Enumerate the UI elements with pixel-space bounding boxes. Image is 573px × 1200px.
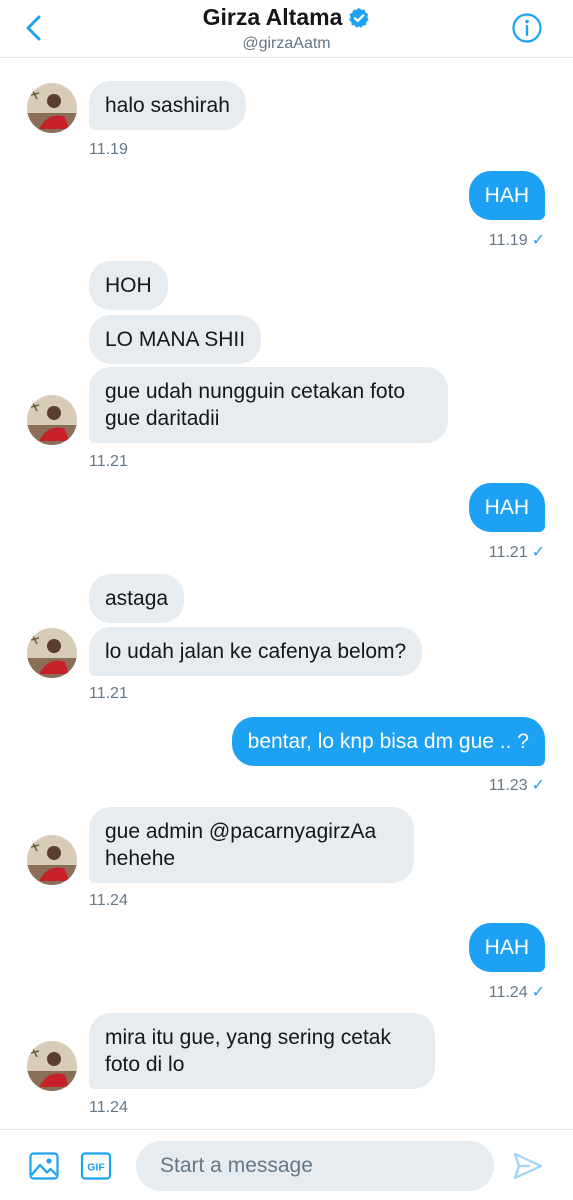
gif-button[interactable]: GIF xyxy=(80,1150,112,1182)
contact-avatar-image xyxy=(27,835,77,885)
read-check-icon: ✓ xyxy=(531,544,545,561)
conversation-title-block[interactable]: Girza Altama @girzaAatm xyxy=(0,4,573,53)
contact-name: Girza Altama xyxy=(202,4,343,30)
contact-handle: @girzaAatm xyxy=(242,35,331,52)
info-icon xyxy=(512,13,542,43)
add-media-button[interactable] xyxy=(28,1150,60,1182)
send-icon xyxy=(513,1152,543,1180)
message-timestamp: 11.24 xyxy=(89,892,128,909)
contact-avatar-image xyxy=(27,83,77,133)
incoming-message-bubble[interactable]: astaga xyxy=(89,574,185,623)
gif-label: GIF xyxy=(87,1162,105,1174)
image-icon xyxy=(29,1152,59,1180)
info-button[interactable] xyxy=(511,12,543,44)
verified-badge-icon xyxy=(349,7,369,28)
incoming-message-bubble[interactable]: gue udah nungguin cetakan foto gue darit… xyxy=(89,367,448,443)
read-check-icon: ✓ xyxy=(531,232,545,249)
avatar[interactable] xyxy=(27,835,77,885)
contact-avatar-image xyxy=(27,628,77,678)
avatar[interactable] xyxy=(27,83,77,133)
message-timestamp: 11.19 ✓ xyxy=(488,232,545,249)
message-timestamp: 11.24 xyxy=(89,1099,128,1116)
avatar[interactable] xyxy=(27,395,77,445)
message-timestamp: 11.21 xyxy=(89,453,128,470)
incoming-message-bubble[interactable]: halo sashirah xyxy=(89,81,246,130)
contact-avatar-image xyxy=(27,1041,77,1091)
read-check-icon: ✓ xyxy=(531,777,545,794)
incoming-message-bubble[interactable]: HOH xyxy=(89,261,168,310)
message-timestamp: 11.21 xyxy=(89,685,128,702)
message-timestamp: 11.21 ✓ xyxy=(488,544,545,561)
outgoing-message-bubble[interactable]: HAH xyxy=(468,923,545,972)
gif-icon: GIF xyxy=(80,1152,112,1180)
message-composer: GIF xyxy=(0,1129,573,1200)
incoming-message-bubble[interactable]: gue admin @pacarnyagirzAa hehehe xyxy=(89,807,414,883)
incoming-message-bubble[interactable]: lo udah jalan ke cafenya belom? xyxy=(89,627,423,676)
message-timestamp: 11.19 xyxy=(89,141,128,158)
avatar[interactable] xyxy=(27,1041,77,1091)
outgoing-message-bubble[interactable]: HAH xyxy=(468,483,545,532)
avatar[interactable] xyxy=(27,628,77,678)
outgoing-message-bubble[interactable]: bentar, lo knp bisa dm gue .. ? xyxy=(231,717,545,766)
contact-avatar-image xyxy=(27,395,77,445)
read-check-icon: ✓ xyxy=(531,984,545,1001)
send-button[interactable] xyxy=(512,1150,544,1182)
conversation-header: Girza Altama @girzaAatm xyxy=(0,0,573,58)
outgoing-message-bubble[interactable]: HAH xyxy=(468,171,545,220)
message-input[interactable] xyxy=(136,1141,494,1191)
incoming-message-bubble[interactable]: mira itu gue, yang sering cetak foto di … xyxy=(89,1013,435,1089)
message-timestamp: 11.24 ✓ xyxy=(488,984,545,1001)
message-thread[interactable]: halo sashirah 11.19 HAH 11.19 ✓ HOH LO MA… xyxy=(0,59,573,1129)
incoming-message-bubble[interactable]: LO MANA SHII xyxy=(89,315,262,364)
message-timestamp: 11.23 ✓ xyxy=(488,777,545,794)
